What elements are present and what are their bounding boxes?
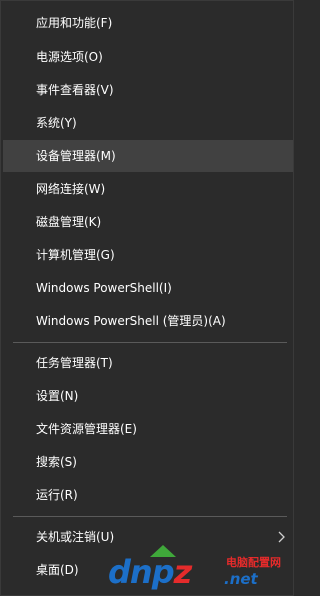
- menu-item-powershell-admin[interactable]: Windows PowerShell (管理员)(A): [3, 305, 293, 337]
- watermark-main-text: dnpz: [108, 553, 192, 591]
- menu-item-shutdown-or-sign-out[interactable]: 关机或注销(U): [3, 521, 293, 553]
- menu-separator: [13, 516, 287, 517]
- chevron-right-icon: [278, 531, 285, 543]
- menu-item-computer-management[interactable]: 计算机管理(G): [3, 239, 293, 271]
- menu-item-label: 设置(N): [36, 389, 79, 403]
- menu-item-label: 任务管理器(T): [36, 356, 113, 370]
- watermark-cn-text: 电脑配置网: [226, 556, 281, 569]
- menu-item-label: 事件查看器(V): [36, 83, 114, 97]
- menu-item-disk-management[interactable]: 磁盘管理(K): [3, 206, 293, 238]
- menu-item-settings[interactable]: 设置(N): [3, 380, 293, 412]
- menu-item-label: 应用和功能(F): [36, 16, 113, 30]
- menu-item-apps-and-features[interactable]: 应用和功能(F): [3, 7, 293, 39]
- menu-item-run[interactable]: 运行(R): [3, 479, 293, 511]
- menu-item-label: 磁盘管理(K): [36, 215, 102, 229]
- menu-item-label: 关机或注销(U): [36, 530, 115, 544]
- menu-item-device-manager[interactable]: 设备管理器(M): [3, 140, 293, 172]
- menu-item-label: 系统(Y): [36, 116, 77, 130]
- menu-item-label: 文件资源管理器(E): [36, 422, 137, 436]
- winx-context-menu: 应用和功能(F) 电源选项(O) 事件查看器(V) 系统(Y) 设备管理器(M)…: [0, 0, 294, 596]
- menu-item-system[interactable]: 系统(Y): [3, 107, 293, 139]
- menu-item-label: Windows PowerShell(I): [36, 281, 172, 295]
- watermark-domain-text: .net: [224, 570, 258, 588]
- menu-item-search[interactable]: 搜索(S): [3, 446, 293, 478]
- menu-item-label: Windows PowerShell (管理员)(A): [36, 314, 226, 328]
- menu-item-label: 计算机管理(G): [36, 248, 115, 262]
- menu-item-powershell[interactable]: Windows PowerShell(I): [3, 272, 293, 304]
- menu-item-label: 网络连接(W): [36, 182, 106, 196]
- menu-item-event-viewer[interactable]: 事件查看器(V): [3, 74, 293, 106]
- menu-item-label: 设备管理器(M): [36, 149, 116, 163]
- menu-item-task-manager[interactable]: 任务管理器(T): [3, 347, 293, 379]
- menu-item-label: 桌面(D): [36, 563, 79, 577]
- menu-separator: [13, 342, 287, 343]
- menu-item-network-connections[interactable]: 网络连接(W): [3, 173, 293, 205]
- menu-item-label: 电源选项(O): [36, 50, 103, 64]
- menu-item-power-options[interactable]: 电源选项(O): [3, 41, 293, 73]
- watermark-logo: dnpz 电脑配置网 .net: [106, 545, 292, 593]
- menu-item-label: 搜索(S): [36, 455, 77, 469]
- menu-item-label: 运行(R): [36, 488, 78, 502]
- menu-item-file-explorer[interactable]: 文件资源管理器(E): [3, 413, 293, 445]
